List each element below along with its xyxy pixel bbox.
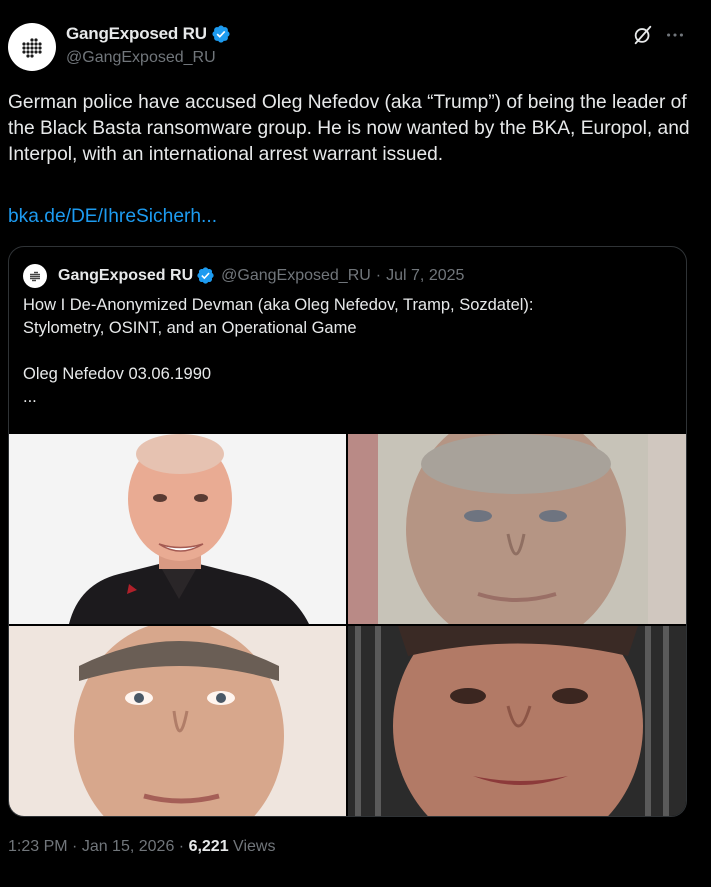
author-name[interactable]: GangExposed RU bbox=[66, 24, 207, 44]
dot-grid-logo-icon bbox=[30, 271, 40, 282]
meta-separator: · bbox=[174, 838, 189, 855]
author-name-row[interactable]: GangExposed RU bbox=[66, 24, 231, 44]
photo-4[interactable] bbox=[348, 626, 686, 816]
verified-badge-icon bbox=[212, 25, 230, 43]
tweet-date[interactable]: Jan 15, 2026 bbox=[82, 838, 175, 855]
author-handle[interactable]: @GangExposed_RU bbox=[66, 49, 216, 67]
quote-text-line: Oleg Nefedov 03.06.1990 bbox=[23, 365, 212, 383]
quote-header: GangExposed RU @GangExposed_RU · Jul 7, … bbox=[58, 266, 464, 285]
verified-badge-icon bbox=[197, 267, 214, 284]
dot-grid-logo-icon bbox=[22, 38, 42, 58]
quoted-tweet[interactable]: GangExposed RU @GangExposed_RU · Jul 7, … bbox=[8, 246, 687, 817]
tweet-meta: 1:23 PM · Jan 15, 2026 · 6,221 Views bbox=[8, 838, 275, 856]
photo-grid bbox=[9, 434, 686, 816]
portrait-photo bbox=[9, 626, 346, 816]
photo-3[interactable] bbox=[9, 626, 346, 816]
quote-date[interactable]: Jul 7, 2025 bbox=[386, 267, 464, 285]
quote-avatar[interactable] bbox=[23, 264, 47, 288]
meta-separator: · bbox=[67, 838, 82, 855]
views-label: Views bbox=[228, 838, 276, 855]
photo-2[interactable] bbox=[348, 434, 686, 624]
portrait-photo bbox=[9, 434, 346, 624]
quote-text-line: Stylometry, OSINT, and an Operational Ga… bbox=[23, 319, 357, 337]
portrait-photo bbox=[348, 434, 686, 624]
photo-1[interactable] bbox=[9, 434, 346, 624]
quote-text-line: How I De-Anonymized Devman (aka Oleg Nef… bbox=[23, 296, 534, 314]
portrait-photo bbox=[348, 626, 686, 816]
more-horizontal-icon[interactable] bbox=[664, 24, 686, 46]
tweet-time[interactable]: 1:23 PM bbox=[8, 838, 68, 855]
quote-author-handle[interactable]: @GangExposed_RU bbox=[221, 267, 371, 285]
grok-icon[interactable] bbox=[632, 24, 654, 46]
quote-separator: · bbox=[375, 266, 382, 284]
tweet-link[interactable]: bka.de/DE/IhreSicherh... bbox=[8, 204, 217, 230]
quote-text-line bbox=[23, 340, 673, 363]
quote-author-name[interactable]: GangExposed RU bbox=[58, 267, 193, 285]
views-count: 6,221 bbox=[188, 838, 229, 855]
quote-text-line: ... bbox=[23, 388, 37, 406]
tweet-text: German police have accused Oleg Nefedov … bbox=[8, 92, 695, 165]
author-avatar[interactable] bbox=[8, 23, 56, 71]
quote-text: How I De-Anonymized Devman (aka Oleg Nef… bbox=[23, 294, 673, 409]
